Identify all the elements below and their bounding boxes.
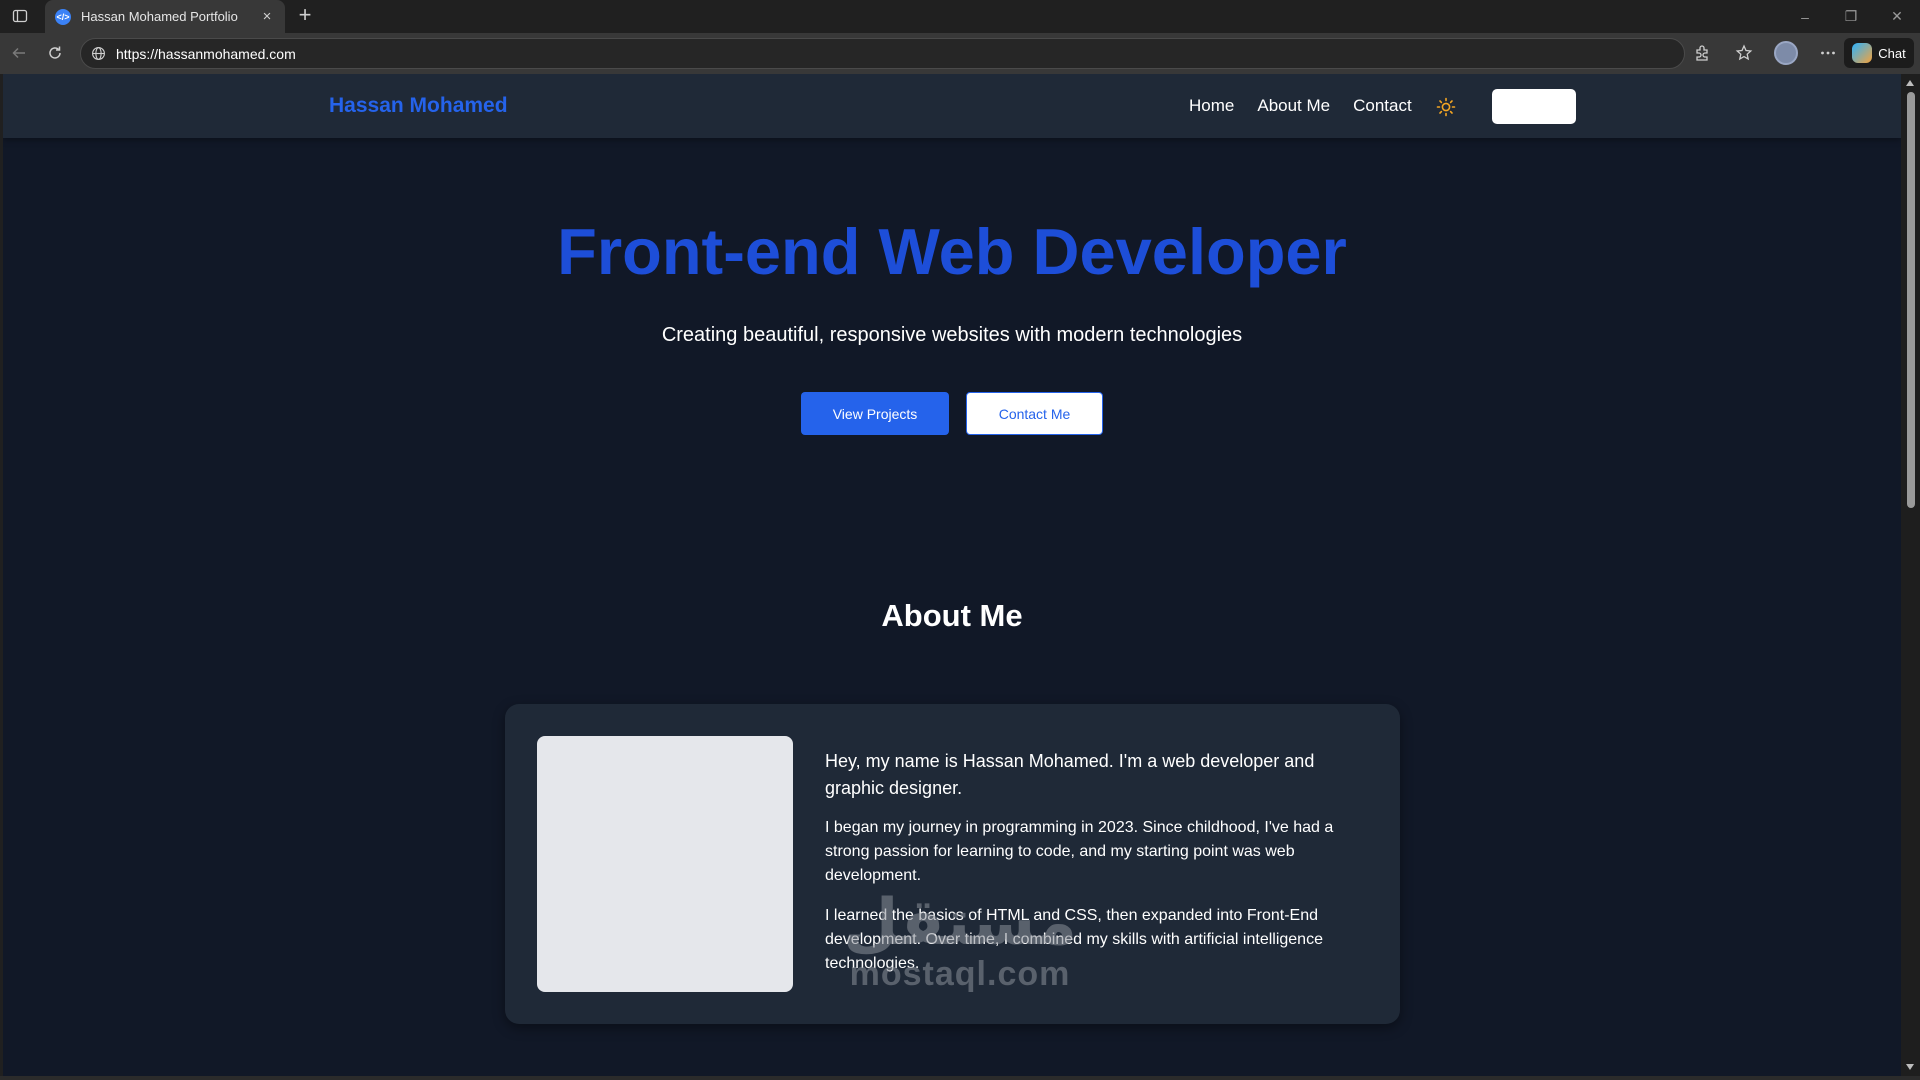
sidebar-toggle-icon[interactable] — [10, 6, 30, 26]
favorites-icon[interactable] — [1732, 41, 1756, 65]
nav-about[interactable]: About Me — [1257, 96, 1330, 116]
about-card: Hey, my name is Hassan Mohamed. I'm a we… — [505, 704, 1400, 1024]
browser-tab[interactable]: </> Hassan Mohamed Portfolio × — [45, 0, 285, 33]
page-viewport: Hassan Mohamed Home About Me Contact Fro… — [3, 74, 1901, 1076]
copilot-chat-button[interactable]: Chat — [1844, 38, 1914, 68]
window-bottom-edge — [0, 1076, 1920, 1080]
nav-home[interactable]: Home — [1189, 96, 1234, 116]
view-projects-button[interactable]: View Projects — [801, 392, 949, 435]
scroll-down-arrow-icon[interactable] — [1906, 1064, 1914, 1070]
globe-icon — [92, 47, 105, 60]
browser-tab-bar: </> Hassan Mohamed Portfolio × + – ❐ ✕ — [0, 0, 1920, 33]
contact-me-button[interactable]: Contact Me — [966, 392, 1103, 435]
sun-icon[interactable] — [1435, 96, 1457, 118]
tab-title: Hassan Mohamed Portfolio — [81, 9, 238, 24]
profile-photo-placeholder — [537, 736, 793, 992]
site-header: Hassan Mohamed Home About Me Contact — [3, 74, 1901, 138]
extensions-icon[interactable] — [1690, 41, 1714, 65]
toolbar-icons — [1690, 41, 1840, 65]
hero-subtitle: Creating beautiful, responsive websites … — [661, 324, 1243, 346]
about-paragraph-2: I learned the basics of HTML and CSS, th… — [825, 907, 1323, 972]
window-controls: – ❐ ✕ — [1782, 0, 1920, 33]
about-lead: Hey, my name is Hassan Mohamed. I'm a we… — [825, 751, 1315, 798]
header-action-button[interactable] — [1492, 89, 1576, 124]
url-text: https://hassanmohamed.com — [116, 45, 296, 62]
scroll-up-arrow-icon[interactable] — [1906, 80, 1914, 86]
hero-title: Front-end Web Developer — [557, 215, 1347, 288]
close-window-button[interactable]: ✕ — [1874, 0, 1920, 33]
about-title: About Me — [881, 598, 1023, 633]
site-favicon-icon: </> — [55, 8, 71, 25]
new-tab-button[interactable]: + — [293, 4, 317, 28]
nav-contact[interactable]: Contact — [1353, 96, 1412, 116]
profile-avatar-icon[interactable] — [1774, 41, 1798, 65]
reload-icon[interactable] — [44, 42, 66, 64]
about-text: Hey, my name is Hassan Mohamed. I'm a we… — [825, 748, 1355, 992]
more-options-icon[interactable] — [1816, 41, 1840, 65]
browser-toolbar: https://hassanmohamed.com Chat — [0, 33, 1920, 74]
restore-button[interactable]: ❐ — [1828, 0, 1874, 33]
page-scrollbar[interactable] — [1901, 74, 1920, 1076]
tab-close-icon[interactable]: × — [259, 8, 275, 25]
about-paragraph-1: I began my journey in programming in 202… — [825, 819, 1334, 884]
address-bar[interactable]: https://hassanmohamed.com — [80, 38, 1685, 69]
scrollbar-thumb[interactable] — [1907, 92, 1915, 508]
back-arrow-icon[interactable] — [8, 42, 30, 64]
copilot-icon — [1852, 43, 1873, 63]
site-logo[interactable]: Hassan Mohamed — [329, 94, 508, 118]
chat-label: Chat — [1878, 45, 1906, 61]
site-nav: Home About Me Contact — [1189, 96, 1412, 116]
minimize-button[interactable]: – — [1782, 0, 1828, 33]
